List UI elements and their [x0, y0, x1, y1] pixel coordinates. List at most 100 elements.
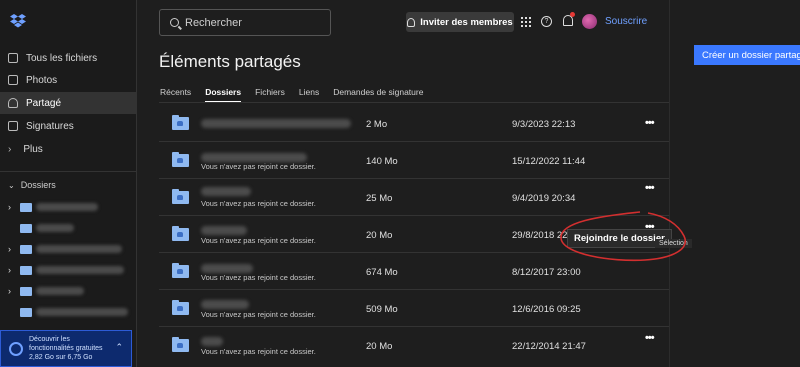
- shared-folder-icon: [172, 300, 189, 315]
- sidebar-item-signatures[interactable]: Signatures: [0, 115, 136, 137]
- row-date: 8/12/2017 23:00: [512, 267, 581, 278]
- selection-tooltip: Sélection: [655, 239, 692, 248]
- sidebar-item-more[interactable]: › Plus: [0, 138, 136, 160]
- table-row[interactable]: Vous n'avez pas rejoint ce dossier. 674 …: [159, 254, 669, 290]
- folder-tree-item[interactable]: [8, 303, 128, 321]
- photos-icon: [8, 75, 18, 85]
- row-status: Vous n'avez pas rejoint ce dossier.: [201, 236, 316, 245]
- sidebar-item-label: Photos: [26, 74, 58, 86]
- redacted-folder-name: [36, 245, 122, 253]
- tabs-divider: [159, 102, 669, 103]
- subscribe-link[interactable]: Souscrire: [605, 16, 647, 27]
- table-row[interactable]: 2 Mo 9/3/2023 22:13 •••: [159, 106, 669, 142]
- row-date: 9/4/2019 20:34: [512, 193, 576, 204]
- sidebar-item-label: Tous les fichiers: [26, 52, 98, 64]
- folder-icon: [20, 286, 32, 296]
- chevron-right-icon: ›: [8, 202, 11, 212]
- redacted-folder-name: [201, 226, 247, 235]
- row-size: 140 Mo: [366, 156, 398, 167]
- folder-tree-item[interactable]: ›: [8, 240, 122, 258]
- folder-icon: [20, 202, 32, 212]
- tab-folders[interactable]: Dossiers: [205, 87, 242, 103]
- help-icon[interactable]: ?: [541, 16, 552, 27]
- tabs: Récents Dossiers Fichiers Liens Demandes…: [160, 87, 437, 103]
- chevron-up-icon[interactable]: ⌃: [115, 343, 123, 352]
- storage-usage: 2,82 Go sur 6,75 Go: [29, 354, 93, 361]
- folder-tree-item[interactable]: ›: [8, 261, 124, 279]
- invite-members-label: Inviter des membres: [420, 16, 513, 28]
- folders-section-header[interactable]: ⌄ Dossiers: [8, 180, 56, 190]
- signature-icon: [8, 121, 18, 131]
- row-date: 9/3/2023 22:13: [512, 119, 576, 130]
- shared-icon: [8, 98, 18, 108]
- redacted-folder-name: [201, 119, 351, 128]
- tab-recents[interactable]: Récents: [160, 87, 191, 103]
- table-row[interactable]: Vous n'avez pas rejoint ce dossier. 25 M…: [159, 180, 669, 216]
- folder-icon: [20, 265, 32, 275]
- more-options-icon[interactable]: •••: [645, 117, 655, 129]
- person-add-icon: [407, 17, 416, 27]
- tab-signature-requests[interactable]: Demandes de signature: [333, 87, 423, 103]
- sidebar: Tous les fichiers Photos Partagé Signatu…: [0, 0, 137, 367]
- row-date: 29/8/2018 22:0: [512, 230, 576, 241]
- row-status: Vous n'avez pas rejoint ce dossier.: [201, 310, 316, 319]
- chevron-right-icon: ›: [8, 286, 11, 296]
- app-grid-icon[interactable]: [521, 17, 531, 27]
- shared-folder-icon: [172, 115, 189, 130]
- row-status: Vous n'avez pas rejoint ce dossier.: [201, 162, 316, 171]
- page-title: Éléments partagés: [159, 52, 301, 71]
- folder-tree-item[interactable]: [8, 219, 74, 237]
- table-row[interactable]: Vous n'avez pas rejoint ce dossier. 140 …: [159, 143, 669, 179]
- files-icon: [8, 53, 18, 63]
- row-size: 509 Mo: [366, 304, 398, 315]
- folder-tree-item[interactable]: ›: [8, 282, 84, 300]
- chevron-right-icon: ›: [8, 244, 11, 254]
- chevron-right-icon: ›: [8, 143, 12, 155]
- sidebar-item-photos[interactable]: Photos: [0, 69, 136, 91]
- sidebar-item-label: Signatures: [26, 120, 74, 132]
- redacted-folder-name: [36, 308, 128, 316]
- redacted-folder-name: [201, 187, 251, 196]
- shared-folder-icon: [172, 152, 189, 167]
- redacted-folder-name: [36, 224, 74, 232]
- tab-links[interactable]: Liens: [299, 87, 319, 103]
- free-features-promo[interactable]: Découvrir les fonctionnalités gratuites …: [0, 330, 132, 367]
- shared-folder-icon: [172, 263, 189, 278]
- shared-folder-icon: [172, 337, 189, 352]
- storage-gauge-icon: [9, 342, 23, 356]
- search-input[interactable]: Rechercher: [159, 9, 331, 36]
- sidebar-divider: [0, 171, 136, 172]
- dropbox-logo-icon[interactable]: [10, 14, 26, 28]
- invite-members-button[interactable]: Inviter des membres: [406, 12, 514, 32]
- table-row[interactable]: Vous n'avez pas rejoint ce dossier. 509 …: [159, 291, 669, 327]
- search-icon: [170, 18, 179, 27]
- table-row[interactable]: Vous n'avez pas rejoint ce dossier. 20 M…: [159, 328, 669, 364]
- folder-tree-item[interactable]: ›: [8, 198, 98, 216]
- redacted-folder-name: [36, 287, 84, 295]
- folder-icon: [20, 244, 32, 254]
- row-status: Vous n'avez pas rejoint ce dossier.: [201, 347, 316, 356]
- row-size: 20 Mo: [366, 341, 393, 352]
- row-status: Vous n'avez pas rejoint ce dossier.: [201, 199, 316, 208]
- more-options-icon[interactable]: •••: [645, 182, 655, 194]
- redacted-folder-name: [201, 337, 223, 346]
- sidebar-item-label: Plus: [23, 143, 43, 155]
- create-shared-folder-button[interactable]: Créer un dossier partagé: [694, 45, 800, 65]
- promo-line2: fonctionnalités gratuites: [29, 345, 103, 352]
- more-options-icon[interactable]: •••: [645, 332, 655, 344]
- panel-divider: [669, 0, 670, 367]
- shared-folder-icon: [172, 189, 189, 204]
- avatar[interactable]: [582, 14, 597, 29]
- redacted-folder-name: [201, 153, 307, 162]
- promo-line1: Découvrir les: [29, 336, 70, 343]
- redacted-folder-name: [36, 203, 98, 211]
- row-date: 22/12/2014 21:47: [512, 341, 586, 352]
- sidebar-item-all-files[interactable]: Tous les fichiers: [0, 47, 136, 69]
- sidebar-item-label: Partagé: [26, 97, 62, 109]
- sidebar-item-shared[interactable]: Partagé: [0, 92, 136, 114]
- folder-icon: [20, 307, 32, 317]
- tab-files[interactable]: Fichiers: [255, 87, 285, 103]
- folders-section-label: Dossiers: [20, 180, 56, 190]
- chevron-right-icon: ›: [8, 265, 11, 275]
- search-placeholder: Rechercher: [185, 16, 242, 29]
